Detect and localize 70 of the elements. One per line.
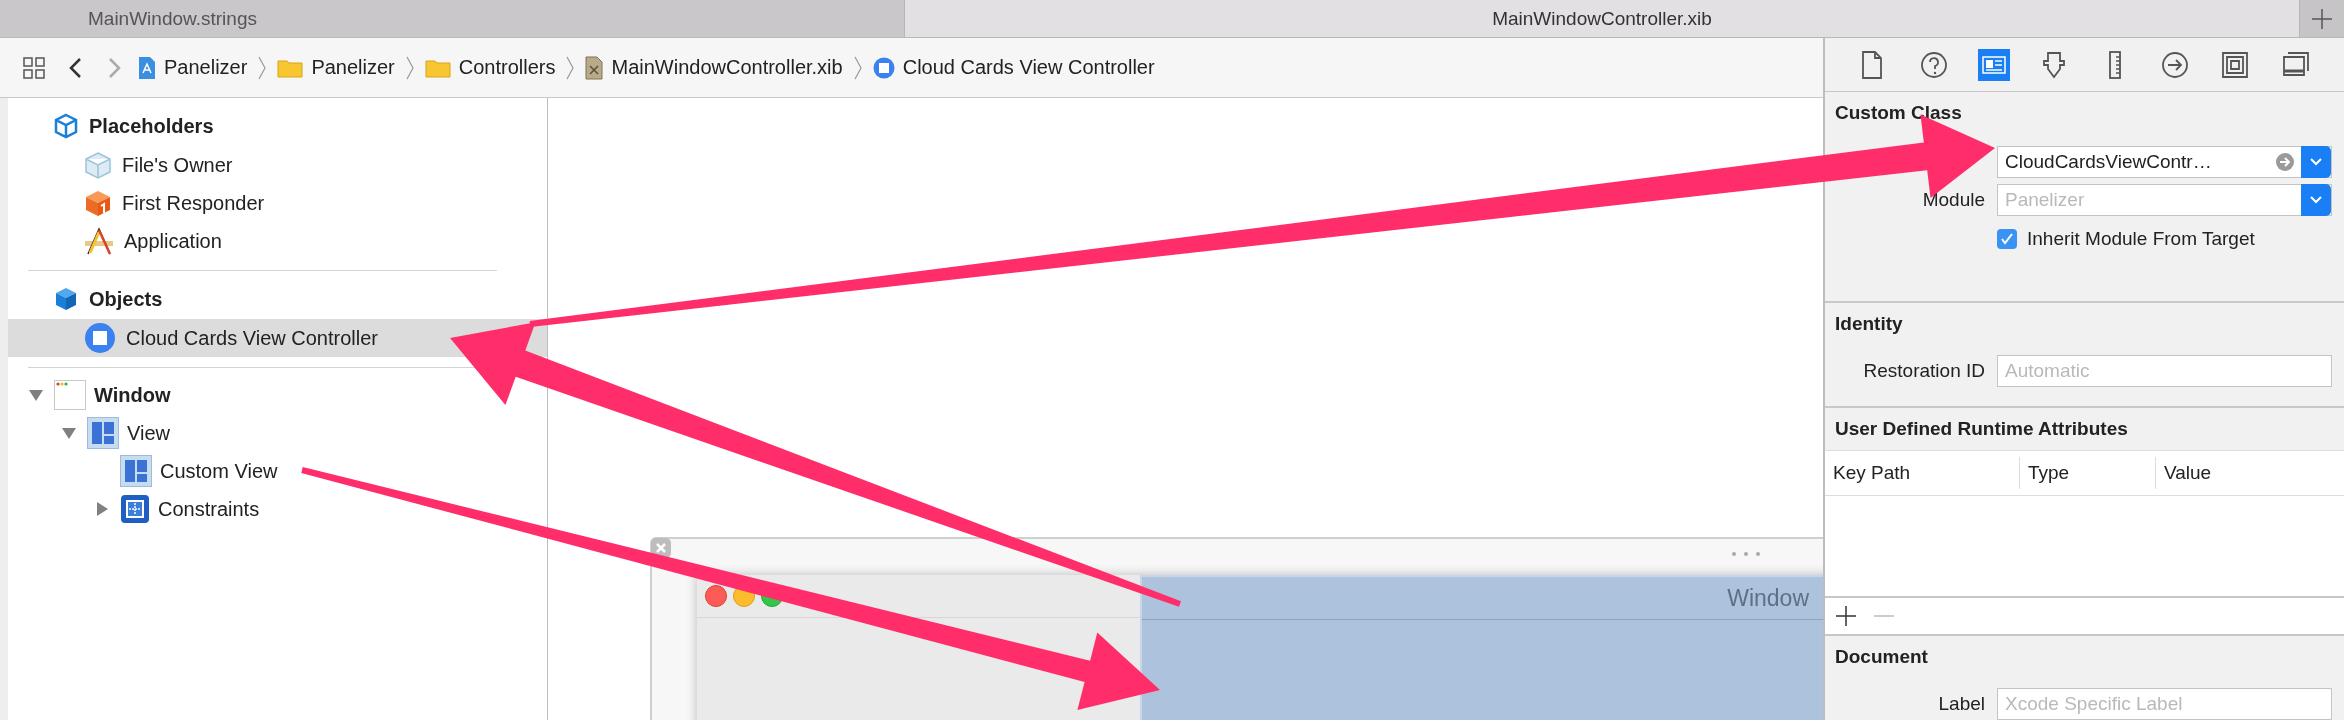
chevron-right-icon (106, 55, 122, 80)
app-tools-icon (84, 226, 114, 256)
column-header[interactable]: Value (2156, 457, 2212, 489)
section-header: User Defined Runtime Attributes (1834, 417, 2129, 441)
plus-icon (2311, 7, 2333, 30)
identity-card-icon (1977, 48, 2010, 81)
breadcrumb-item[interactable]: Panelizer (277, 56, 395, 79)
label-field[interactable]: Xcode Specific Label (1997, 688, 2332, 720)
class-combo-box[interactable]: CloudCardsViewContr… (1997, 146, 2332, 179)
cube-icon (84, 189, 112, 217)
section-header: Document (1834, 645, 1929, 669)
dropdown-button[interactable] (2301, 184, 2331, 217)
view-layout-icon (120, 455, 152, 487)
section-header: Custom Class (1834, 101, 1963, 126)
chevron-icon (404, 54, 415, 81)
section-header: Placeholders (89, 114, 214, 138)
close-light (705, 585, 727, 607)
add-button[interactable] (1835, 605, 1857, 627)
chevron-down-icon (2309, 195, 2323, 206)
window-icon (54, 380, 86, 410)
folder-icon (277, 57, 304, 78)
more-icon (1731, 551, 1761, 557)
outline-item[interactable]: Application (84, 222, 228, 260)
outline-item[interactable]: View (87, 414, 176, 452)
dropdown-button[interactable] (2301, 146, 2331, 179)
outline-item[interactable]: Custom View (120, 452, 284, 490)
window-title: Window (1727, 584, 1809, 612)
outline-item[interactable]: File's Owner (84, 146, 239, 184)
view-controller-icon (872, 56, 895, 79)
column-header[interactable]: Key Path (1825, 457, 2020, 489)
constraints-icon (120, 494, 150, 524)
field-label: Label (1937, 693, 1985, 715)
cube-outline-icon (53, 113, 79, 139)
outline-item[interactable]: Constraints (120, 490, 266, 528)
chevron-icon (565, 54, 576, 81)
app-project-icon (138, 55, 156, 80)
outline-item[interactable]: Window (54, 376, 177, 414)
column-header[interactable]: Type (2020, 457, 2156, 489)
section-header: Identity (1834, 312, 1904, 336)
inspector-tab[interactable] (1977, 48, 2010, 81)
field-label: Module (1921, 189, 1985, 212)
add-tab-button[interactable] (2300, 0, 2344, 37)
disclosure-triangle-icon (61, 425, 77, 441)
breadcrumb-item[interactable]: Cloud Cards View Controller (872, 56, 1155, 79)
plus-icon (1835, 605, 1857, 627)
field-label: Restoration ID (1862, 360, 1985, 382)
breadcrumb-item[interactable]: Panelizer (138, 55, 248, 80)
inherit-checkbox[interactable]: Inherit Module From Target (1997, 228, 2332, 251)
editor-tab[interactable]: MainWindow.strings (0, 0, 905, 37)
chevron-icon (852, 54, 863, 81)
restoration-id-field[interactable]: Automatic (1997, 355, 2332, 387)
editor-tab[interactable]: MainWindowController.xib (905, 0, 2300, 37)
chevron-icon (257, 54, 268, 81)
outline-item[interactable]: First Responder (84, 184, 271, 222)
breadcrumb-item[interactable]: MainWindowController.xib (585, 55, 843, 80)
section-header: Objects (89, 287, 163, 311)
chevron-down-icon (2309, 157, 2323, 168)
view-controller-icon (84, 322, 116, 354)
view-layout-icon (87, 417, 119, 449)
minus-icon (1873, 615, 1895, 617)
disclosure-triangle-icon (94, 501, 110, 517)
cube-icon (53, 286, 79, 312)
breadcrumb-item[interactable]: Controllers (424, 56, 556, 79)
folder-icon (424, 57, 451, 78)
disclosure-triangle-icon (28, 387, 44, 403)
document-icon (585, 55, 604, 80)
chevron-left-icon (68, 55, 84, 80)
cube-outline-icon (84, 151, 112, 179)
check-icon (2000, 232, 2014, 247)
arrow-circle-icon[interactable] (2275, 152, 2295, 173)
